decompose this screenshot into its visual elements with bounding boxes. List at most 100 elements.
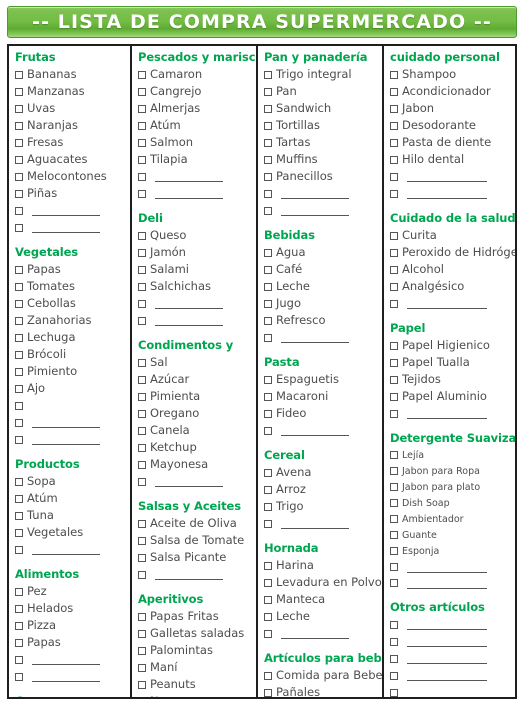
list-item[interactable]: Azúcar <box>138 371 251 388</box>
checkbox-icon[interactable] <box>264 265 272 274</box>
checkbox-icon[interactable] <box>15 299 23 308</box>
checkbox-icon[interactable] <box>264 561 272 570</box>
list-item[interactable]: Comida para Bebe <box>264 667 382 684</box>
checkbox-icon[interactable] <box>264 392 272 401</box>
list-item[interactable] <box>15 668 125 685</box>
list-item[interactable] <box>390 684 510 697</box>
checkbox-icon[interactable] <box>390 70 398 79</box>
checkbox-icon[interactable] <box>264 206 272 215</box>
checkbox-icon[interactable] <box>264 155 272 164</box>
list-item[interactable]: Fideo <box>264 405 377 422</box>
checkbox-icon[interactable] <box>138 443 146 452</box>
list-item[interactable] <box>15 219 125 236</box>
write-in-line[interactable] <box>155 298 223 309</box>
list-item[interactable]: Vegetales <box>15 524 125 541</box>
list-item[interactable]: Jugo <box>264 295 377 312</box>
list-item[interactable]: Sandwich <box>264 100 377 117</box>
list-item[interactable] <box>15 431 125 448</box>
list-item[interactable]: Dish Soap <box>390 495 510 511</box>
checkbox-icon[interactable] <box>264 282 272 291</box>
checkbox-icon[interactable] <box>138 87 146 96</box>
checkbox-icon[interactable] <box>390 579 398 587</box>
list-item[interactable]: Manzanas <box>15 83 125 100</box>
list-item[interactable]: Atúm <box>138 117 251 134</box>
write-in-line[interactable] <box>155 569 223 580</box>
list-item[interactable]: Avena <box>264 464 377 481</box>
checkbox-icon[interactable] <box>264 502 272 511</box>
list-item[interactable]: Pez <box>15 583 125 600</box>
checkbox-icon[interactable] <box>390 231 398 240</box>
checkbox-icon[interactable] <box>390 563 398 571</box>
list-item[interactable] <box>390 405 510 422</box>
checkbox-icon[interactable] <box>138 392 146 401</box>
list-item[interactable]: Ambientador <box>390 511 510 527</box>
list-item[interactable]: Uvas <box>15 100 125 117</box>
checkbox-icon[interactable] <box>15 494 23 503</box>
list-item[interactable]: Espaguetis <box>264 371 377 388</box>
checkbox-icon[interactable] <box>138 316 146 325</box>
checkbox-icon[interactable] <box>15 655 23 664</box>
list-item[interactable] <box>264 329 377 346</box>
checkbox-icon[interactable] <box>390 688 398 697</box>
checkbox-icon[interactable] <box>264 519 272 528</box>
list-item[interactable] <box>264 515 377 532</box>
checkbox-icon[interactable] <box>390 172 398 181</box>
checkbox-icon[interactable] <box>15 435 23 444</box>
list-item[interactable]: Tartas <box>264 134 377 151</box>
write-in-line[interactable] <box>155 476 223 487</box>
list-item[interactable] <box>15 397 125 414</box>
checkbox-icon[interactable] <box>15 621 23 630</box>
list-item[interactable]: Alcohol <box>390 261 510 278</box>
list-item[interactable] <box>138 473 251 490</box>
list-item[interactable]: Acondicionador <box>390 83 510 100</box>
checkbox-icon[interactable] <box>138 426 146 435</box>
list-item[interactable]: Lechuga <box>15 329 125 346</box>
write-in-line[interactable] <box>407 653 487 664</box>
list-item[interactable]: Camaron <box>138 66 251 83</box>
list-item[interactable]: Arroz <box>264 481 377 498</box>
checkbox-icon[interactable] <box>138 477 146 486</box>
checkbox-icon[interactable] <box>264 333 272 342</box>
checkbox-icon[interactable] <box>138 553 146 562</box>
checkbox-icon[interactable] <box>390 451 398 459</box>
list-item[interactable]: Naranjas <box>15 117 125 134</box>
list-item[interactable]: Melocontones <box>15 168 125 185</box>
checkbox-icon[interactable] <box>390 121 398 130</box>
checkbox-icon[interactable] <box>390 87 398 96</box>
list-item[interactable]: Salami <box>138 261 251 278</box>
list-item[interactable] <box>264 422 377 439</box>
list-item[interactable]: Papas <box>15 634 125 651</box>
list-item[interactable]: Queso <box>138 227 251 244</box>
checkbox-icon[interactable] <box>264 299 272 308</box>
checkbox-icon[interactable] <box>15 121 23 130</box>
list-item[interactable]: Mayonesa <box>138 456 251 473</box>
checkbox-icon[interactable] <box>264 248 272 257</box>
list-item[interactable]: Ajo <box>15 380 125 397</box>
list-item[interactable]: Agua <box>264 244 377 261</box>
checkbox-icon[interactable] <box>138 70 146 79</box>
checkbox-icon[interactable] <box>264 468 272 477</box>
list-item[interactable]: Salsa de Tomate <box>138 532 251 549</box>
list-item[interactable]: Jamón <box>138 244 251 261</box>
write-in-line[interactable] <box>32 417 100 428</box>
list-item[interactable]: Brócoli <box>15 346 125 363</box>
checkbox-icon[interactable] <box>390 341 398 350</box>
checkbox-icon[interactable] <box>15 511 23 520</box>
checkbox-icon[interactable] <box>15 672 23 681</box>
checkbox-icon[interactable] <box>264 121 272 130</box>
checkbox-icon[interactable] <box>264 316 272 325</box>
checkbox-icon[interactable] <box>15 418 23 427</box>
list-item[interactable] <box>15 202 125 219</box>
checkbox-icon[interactable] <box>15 138 23 147</box>
write-in-line[interactable] <box>32 544 100 555</box>
list-item[interactable]: Salsa Picante <box>138 549 251 566</box>
checkbox-icon[interactable] <box>138 138 146 147</box>
list-item[interactable] <box>390 168 510 185</box>
checkbox-icon[interactable] <box>390 499 398 507</box>
list-item[interactable] <box>15 651 125 668</box>
checkbox-icon[interactable] <box>15 70 23 79</box>
list-item[interactable]: Galletas saladas <box>138 625 251 642</box>
write-in-line[interactable] <box>407 188 487 199</box>
checkbox-icon[interactable] <box>15 384 23 393</box>
list-item[interactable]: Palomintas <box>138 642 251 659</box>
